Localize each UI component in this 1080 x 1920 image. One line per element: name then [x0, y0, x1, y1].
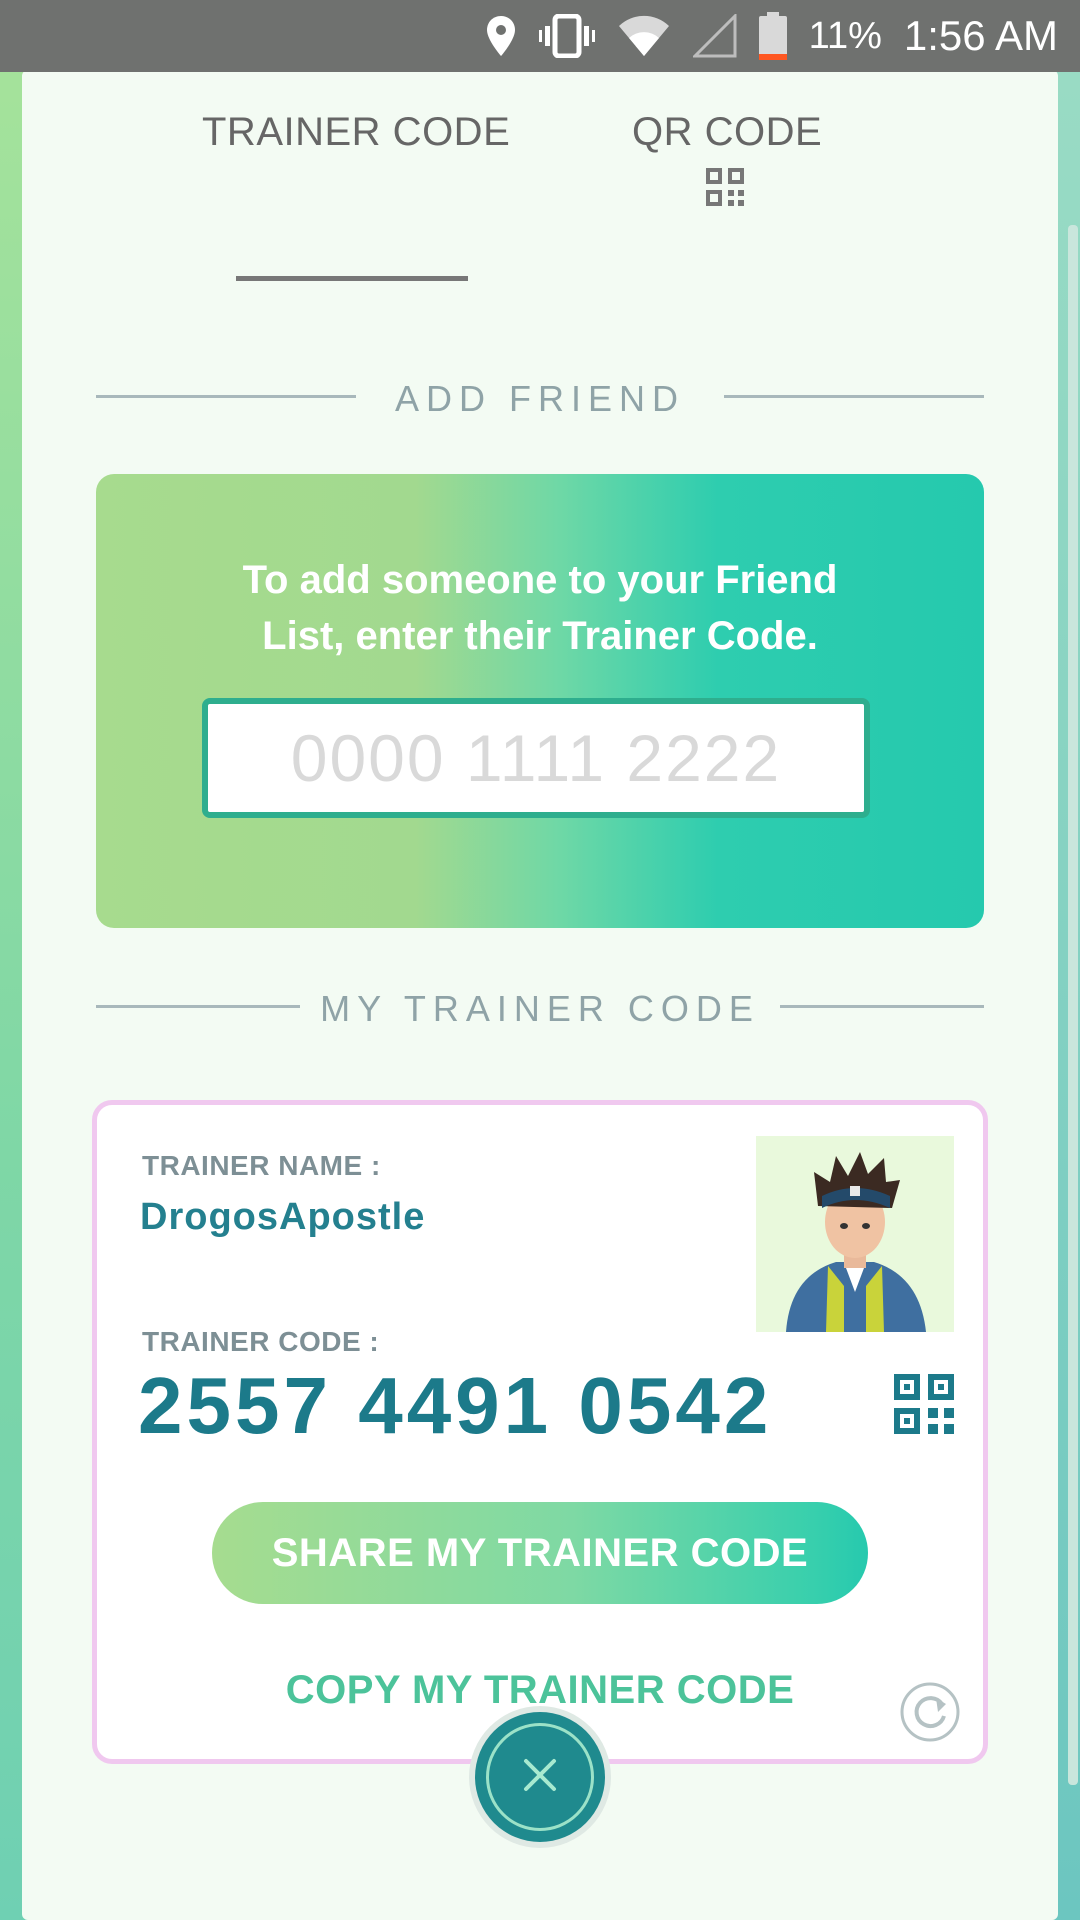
trainer-name: DrogosApostle — [140, 1196, 426, 1238]
my-trainer-code: 2557 4491 0542 — [138, 1361, 773, 1450]
tab-trainer-code[interactable]: TRAINER CODE — [202, 110, 510, 155]
section-title-add-friend: ADD FRIEND — [394, 378, 685, 419]
wifi-icon — [617, 14, 671, 58]
qr-code-icon[interactable] — [706, 168, 744, 211]
status-bar: 11% 1:56 AM — [0, 0, 1080, 72]
close-button-ring — [486, 1723, 594, 1831]
message-line: List, enter their Trainer Code. — [262, 614, 818, 658]
cell-signal-icon — [692, 14, 737, 58]
tab-qr-code[interactable]: QR CODE — [632, 110, 822, 155]
show-qr-code-icon[interactable] — [894, 1374, 954, 1439]
vibrate-icon — [538, 14, 595, 58]
message-line: To add someone to your Friend — [242, 558, 838, 602]
share-trainer-code-button[interactable]: SHARE MY TRAINER CODE — [212, 1502, 868, 1604]
trainer-code-label: TRAINER CODE : — [142, 1326, 380, 1357]
copy-trainer-code-link[interactable]: COPY MY TRAINER CODE — [140, 1668, 940, 1713]
section-title-my-trainer-code: MY TRAINER CODE — [320, 988, 760, 1029]
avatar — [756, 1136, 954, 1332]
trainer-code-input[interactable] — [202, 698, 870, 818]
add-friend-message: To add someone to your Friend List, ente… — [96, 552, 984, 664]
battery-icon — [758, 12, 787, 60]
scrollbar[interactable] — [1068, 225, 1078, 1785]
close-button[interactable] — [475, 1712, 605, 1842]
clock: 1:56 AM — [903, 12, 1058, 59]
location-icon — [485, 14, 517, 58]
tab-selected-indicator — [236, 276, 468, 281]
battery-percent: 11% — [808, 14, 882, 57]
refresh-icon[interactable] — [900, 1682, 960, 1742]
trainer-name-label: TRAINER NAME : — [142, 1150, 381, 1181]
close-icon — [520, 1755, 560, 1800]
